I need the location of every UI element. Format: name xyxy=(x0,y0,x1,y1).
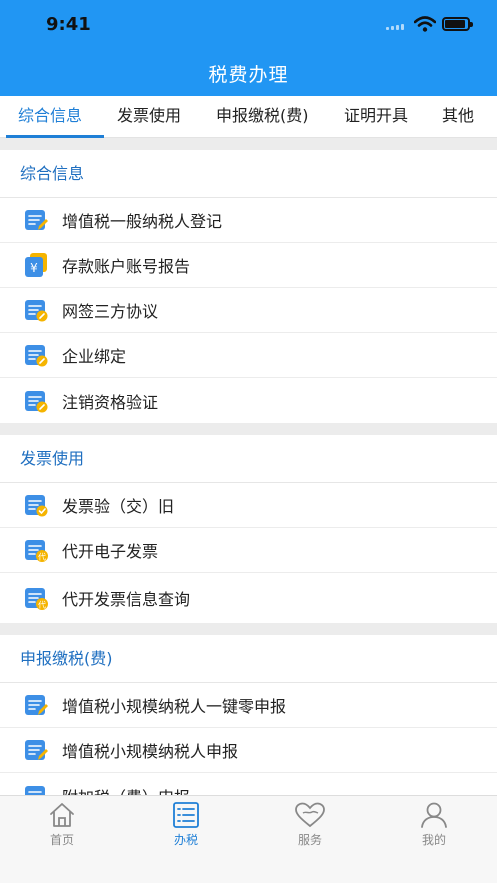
status-bar: 9:41 xyxy=(0,0,497,50)
doc-dai-icon: 代 xyxy=(25,588,48,610)
tabbar-service[interactable]: 服务 xyxy=(280,802,340,848)
list-item[interactable]: 注销资格验证 xyxy=(0,378,497,423)
item-label: 增值税小规模纳税人申报 xyxy=(62,742,239,761)
section-comprehensive-info: 综合信息 增值税一般纳税人登记 ¥ 存款账户账号报告 网签三方协议 企业绑定 注… xyxy=(0,150,497,423)
doc-dai-icon: 代 xyxy=(25,540,48,562)
list-item[interactable]: 增值税小规模纳税人一键零申报 xyxy=(0,683,497,728)
tab-certificate[interactable]: 证明开具 xyxy=(344,96,408,138)
service-list[interactable]: 综合信息 增值税一般纳税人登记 ¥ 存款账户账号报告 网签三方协议 企业绑定 注… xyxy=(0,150,497,795)
list-item[interactable]: 网签三方协议 xyxy=(0,288,497,333)
tabbar-label: 首页 xyxy=(49,833,74,847)
list-item[interactable]: 代 代开发票信息查询 xyxy=(0,573,497,623)
doc-pencil-icon xyxy=(25,740,48,760)
list-item[interactable]: 增值税一般纳税人登记 xyxy=(0,198,497,243)
doc-check-icon xyxy=(25,495,48,517)
active-tab-indicator xyxy=(6,135,104,138)
list-item[interactable]: 代 代开电子发票 xyxy=(0,528,497,573)
list-item[interactable]: 附加税（费）申报 xyxy=(0,773,497,795)
tabbar-tax[interactable]: 办税 xyxy=(156,802,216,848)
tab-tax-declaration[interactable]: 申报缴税(费) xyxy=(216,96,309,138)
svg-text:代: 代 xyxy=(38,552,46,562)
item-label: 代开电子发票 xyxy=(62,542,159,561)
tabbar-label: 办税 xyxy=(173,833,198,847)
item-label: 附加税（费）申报 xyxy=(62,773,190,796)
section-title: 发票使用 xyxy=(0,435,497,483)
tabbar-mine[interactable]: 我的 xyxy=(404,802,464,848)
battery-icon xyxy=(442,17,473,31)
item-label: 企业绑定 xyxy=(62,347,127,366)
section-title: 综合信息 xyxy=(0,150,497,198)
doc-link-icon xyxy=(25,345,48,367)
section-title: 申报缴税(费) xyxy=(0,635,497,683)
app-header: 9:41 税费办理 xyxy=(0,0,497,96)
wifi-icon xyxy=(414,16,436,32)
doc-pencil-icon xyxy=(25,210,48,230)
svg-text:¥: ¥ xyxy=(30,261,38,275)
item-label: 增值税一般纳税人登记 xyxy=(62,212,223,231)
person-icon xyxy=(421,802,447,828)
item-label: 增值税小规模纳税人一键零申报 xyxy=(62,697,287,716)
tabbar-label: 我的 xyxy=(421,833,446,847)
list-item[interactable]: 发票验（交）旧 xyxy=(0,483,497,528)
list-item[interactable]: 企业绑定 xyxy=(0,333,497,378)
status-time: 9:41 xyxy=(46,14,91,35)
item-label: 发票验（交）旧 xyxy=(62,497,175,516)
item-label: 代开发票信息查询 xyxy=(62,590,191,609)
list-item[interactable]: ¥ 存款账户账号报告 xyxy=(0,243,497,288)
category-tabs: 综合信息 发票使用 申报缴税(费) 证明开具 其他 xyxy=(0,96,497,138)
item-label: 注销资格验证 xyxy=(62,392,159,412)
home-icon xyxy=(50,803,74,827)
page-title: 税费办理 xyxy=(208,64,289,86)
svg-text:代: 代 xyxy=(38,600,46,610)
doc-link-icon xyxy=(25,300,48,322)
cellular-signal-icon xyxy=(386,24,404,30)
doc-pencil-icon xyxy=(25,695,48,715)
doc-pencil-icon xyxy=(25,785,47,795)
tabbar-label: 服务 xyxy=(297,833,322,847)
yuan-card-icon: ¥ xyxy=(25,253,47,277)
tabbar-home[interactable]: 首页 xyxy=(32,802,92,848)
doc-link-icon xyxy=(25,390,48,412)
section-invoice-usage: 发票使用 发票验（交）旧 代 代开电子发票 代 代开发票信息查询 xyxy=(0,435,497,623)
list-icon xyxy=(173,802,199,828)
bottom-tab-bar: 首页 办税 服务 我的 xyxy=(0,795,497,883)
tab-comprehensive-info[interactable]: 综合信息 xyxy=(18,96,82,138)
heart-icon xyxy=(295,802,325,828)
tab-invoice-usage[interactable]: 发票使用 xyxy=(117,96,181,138)
list-item[interactable]: 增值税小规模纳税人申报 xyxy=(0,728,497,773)
item-label: 存款账户账号报告 xyxy=(62,257,191,276)
item-label: 网签三方协议 xyxy=(62,302,159,321)
tab-other[interactable]: 其他 xyxy=(442,96,474,138)
section-tax-declaration: 申报缴税(费) 增值税小规模纳税人一键零申报 增值税小规模纳税人申报 附加税（费… xyxy=(0,635,497,795)
